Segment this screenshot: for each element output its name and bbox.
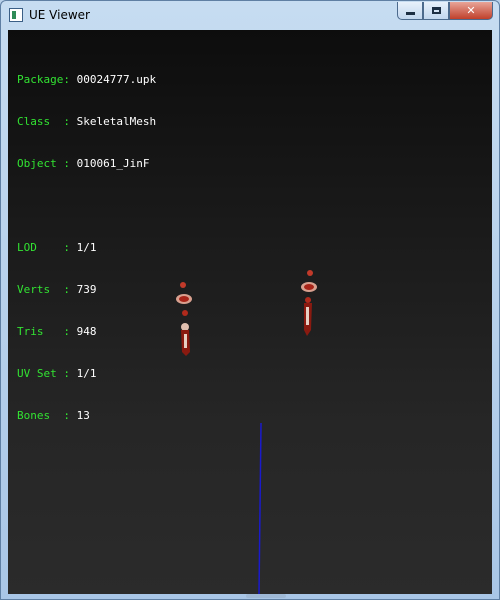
info-label: Package [17, 73, 64, 86]
minimize-icon [405, 12, 415, 15]
mesh-info-panel: Package: 00024777.upk Class : SkeletalMe… [17, 45, 156, 451]
3d-viewport[interactable]: Package: 00024777.upk Class : SkeletalMe… [8, 30, 492, 594]
left-earring-mesh [176, 282, 192, 356]
info-value-tris: 948 [76, 325, 97, 338]
window-controls: ✕ [397, 2, 493, 22]
info-row-uvset: UV Set : 1/1 [17, 367, 156, 381]
info-row-verts: Verts : 739 [17, 283, 156, 297]
close-icon: ✕ [466, 4, 476, 17]
info-label: Object [17, 157, 64, 170]
window-title: UE Viewer [29, 8, 90, 22]
info-label: LOD [17, 241, 64, 254]
info-label: Class [17, 115, 64, 128]
info-label: UV Set [17, 367, 64, 380]
close-button[interactable]: ✕ [449, 2, 493, 20]
maximize-icon [431, 7, 441, 14]
info-value-class: SkeletalMesh [76, 115, 157, 128]
info-row-bones: Bones : 13 [17, 409, 156, 423]
resize-grip[interactable] [246, 594, 286, 598]
info-value-object: 010061_JinF [76, 157, 150, 170]
app-icon [9, 8, 23, 22]
info-separator: : [63, 157, 70, 170]
info-separator: : [63, 73, 70, 86]
info-row-object: Object : 010061_JinF [17, 157, 156, 171]
minimize-button[interactable] [397, 2, 423, 20]
info-row-class: Class : SkeletalMesh [17, 115, 156, 129]
info-label: Verts [17, 283, 64, 296]
title-bar[interactable]: UE Viewer ✕ [1, 1, 499, 29]
right-earring-mesh [301, 270, 317, 336]
info-label: Bones [17, 409, 64, 422]
info-value-verts: 739 [76, 283, 97, 296]
axis-line [258, 422, 262, 594]
info-label: Tris [17, 325, 64, 338]
info-separator: : [63, 409, 70, 422]
info-separator: : [63, 241, 70, 254]
info-separator: : [63, 283, 70, 296]
info-value-package: 00024777.upk [76, 73, 157, 86]
info-row-package: Package: 00024777.upk [17, 73, 156, 87]
info-row-tris: Tris : 948 [17, 325, 156, 339]
info-separator: : [63, 115, 70, 128]
info-value-bones: 13 [76, 409, 90, 422]
info-value-uvset: 1/1 [76, 367, 97, 380]
maximize-button[interactable] [423, 2, 449, 20]
app-window: UE Viewer ✕ Package: 00024777.upk Class … [0, 0, 500, 600]
info-separator: : [63, 367, 70, 380]
info-row-lod: LOD : 1/1 [17, 241, 156, 255]
info-separator: : [63, 325, 70, 338]
info-value-lod: 1/1 [76, 241, 97, 254]
